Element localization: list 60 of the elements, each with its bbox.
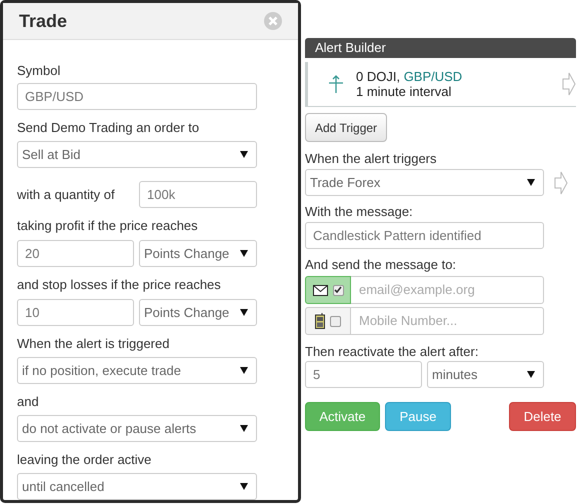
dropdown[interactable]: Sell at Bid [17,141,257,168]
dropdown-value: minutes [432,366,478,384]
dialog-title: Trade [19,10,68,32]
input-field[interactable]: 5 [305,361,422,388]
dropdown-value: Sell at Bid [22,146,81,164]
dropdown[interactable]: minutes [427,361,544,388]
input-field[interactable]: email@example.org [351,276,544,304]
input-field[interactable]: Mobile Number... [351,307,544,335]
dropdown[interactable]: do not activate or pause alerts [17,415,257,442]
field-label: When the alert is triggered [17,336,170,352]
caret-icon [240,367,248,374]
dropdown[interactable]: Points Change [139,240,257,267]
close-icon[interactable] [264,12,282,30]
field-label: With the message: [305,204,413,220]
dropdown[interactable]: until cancelled [17,473,257,500]
caret-icon [527,371,535,378]
field-label: And send the message to: [305,257,456,273]
input-field[interactable]: Candlestick Pattern identified [305,222,544,249]
caret-icon [240,151,248,158]
dropdown[interactable]: Points Change [139,299,257,326]
checkbox[interactable] [330,316,341,326]
symbol-link[interactable]: GBP/USD [404,69,462,84]
field-label: taking profit if the price reaches [17,218,198,234]
caret-icon [240,250,248,257]
caret-icon [240,483,248,490]
dropdown[interactable]: if no position, execute trade [17,357,257,384]
field-label: Then reactivate the alert after: [305,344,478,360]
dropdown-value: until cancelled [22,478,104,496]
envelope-icon [312,284,328,296]
input-field[interactable]: GBP/USD [17,83,257,110]
field-label: leaving the order active [17,452,152,468]
mobile-phone-icon [315,313,325,329]
trigger-name: 0 DOJI, [356,69,402,84]
field-label: and [17,394,39,410]
caret-icon [527,179,535,186]
right-arrow-icon[interactable] [554,170,568,194]
caret-icon [240,425,248,432]
up-arrow-icon [328,75,344,93]
field-label: When the alert triggers [305,151,437,167]
input-field[interactable]: 10 [17,299,134,326]
dropdown-value: Points Change [144,304,230,322]
trigger-interval: 1 minute interval [356,84,452,99]
checkbox[interactable] [332,284,344,296]
input-field[interactable]: 20 [17,240,134,267]
trigger-card[interactable]: 0 DOJI, GBP/USD 1 minute interval [305,62,576,107]
dropdown-value: do not activate or pause alerts [22,420,196,438]
right-arrow-icon[interactable] [562,72,576,96]
dropdown[interactable]: Trade Forex [305,169,544,196]
field-label: with a quantity of [17,186,116,202]
dropdown-value: Points Change [144,244,230,263]
field-label: Send Demo Trading an order to [17,120,200,136]
caret-icon [240,309,248,316]
field-label: and stop losses if the price reaches [17,277,221,293]
input-field[interactable]: 100k [139,181,257,208]
dropdown-value: Trade Forex [310,174,380,192]
dropdown-value: if no position, execute trade [22,362,181,380]
action-button[interactable]: Delete [509,402,576,431]
field-label: Symbol [17,63,60,79]
add-trigger-button[interactable]: Add Trigger [305,113,388,142]
panel-title: Alert Builder [315,39,386,58]
